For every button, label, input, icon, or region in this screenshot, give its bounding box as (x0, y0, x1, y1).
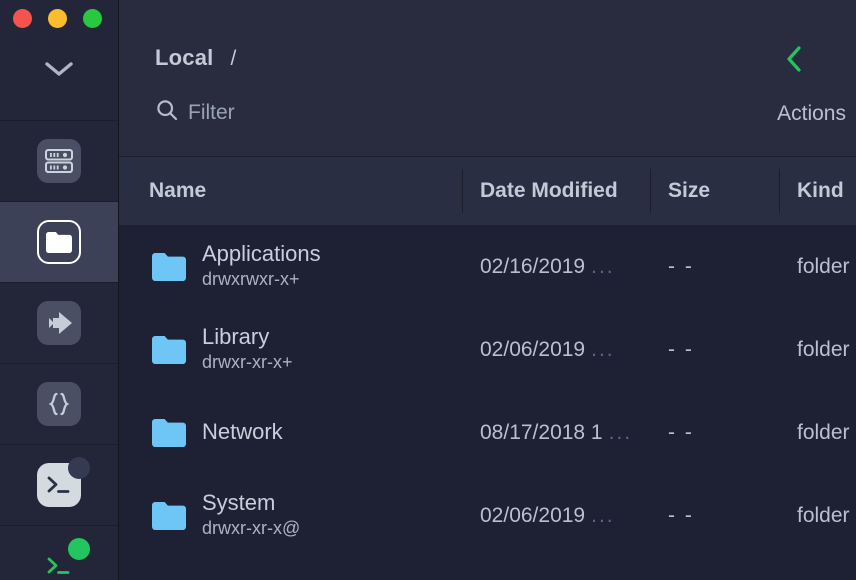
file-permissions: drwxrwxr-x+ (202, 268, 321, 291)
cell-name: Library drwxr-xr-x+ (119, 324, 462, 374)
table-row[interactable]: Network 08/17/2018 1 ... - - folder (119, 391, 856, 474)
breadcrumb-separator[interactable]: / (230, 47, 236, 71)
cell-kind: folder (779, 504, 856, 528)
server-rack-icon (37, 139, 81, 183)
minimize-button[interactable] (48, 9, 67, 28)
size-value: - - (668, 504, 694, 528)
main-panel: Local / Actions Name (119, 0, 856, 580)
size-value: - - (668, 338, 694, 362)
kind-value: folder (797, 421, 850, 445)
window-controls-zone (0, 0, 118, 121)
status-badge (68, 538, 90, 560)
folder-icon (37, 220, 81, 264)
cell-name: Network (119, 419, 462, 447)
table-row[interactable]: Applications drwxrwxr-x+ 02/16/2019 ... … (119, 225, 856, 308)
sidebar-item-editor[interactable] (0, 364, 118, 445)
file-name: System (202, 490, 300, 516)
zoom-button[interactable] (83, 9, 102, 28)
sidebar-item-transfers[interactable] (0, 283, 118, 364)
status-badge (68, 457, 90, 479)
chevron-down-icon[interactable] (0, 60, 118, 78)
folder-icon (152, 253, 186, 281)
file-name: Network (202, 419, 283, 445)
breadcrumb-root[interactable]: Local (155, 45, 213, 71)
cell-date-modified: 02/06/2019 ... (462, 504, 650, 528)
cell-kind: folder (779, 255, 856, 279)
back-button[interactable] (781, 44, 807, 74)
size-value: - - (668, 255, 694, 279)
search-input[interactable] (188, 101, 428, 125)
sidebar-item-files[interactable] (0, 202, 118, 283)
sidebar-item-servers[interactable] (0, 121, 118, 202)
table-row[interactable]: Library drwxr-xr-x+ 02/06/2019 ... - - f… (119, 308, 856, 391)
sidebar (0, 0, 119, 580)
cell-size: - - (650, 504, 779, 528)
cell-date-modified: 02/16/2019 ... (462, 255, 650, 279)
file-permissions: drwxr-xr-x+ (202, 351, 293, 374)
date-truncation: ... (591, 338, 615, 362)
date-value: 02/16/2019 (480, 255, 585, 279)
sidebar-item-terminal-2[interactable] (0, 526, 118, 580)
size-value: - - (668, 421, 694, 445)
cell-date-modified: 02/06/2019 ... (462, 338, 650, 362)
file-manager-window: Local / Actions Name (0, 0, 856, 580)
sidebar-item-terminal-1[interactable] (0, 445, 118, 526)
date-value: 02/06/2019 (480, 338, 585, 362)
file-list: Applications drwxrwxr-x+ 02/16/2019 ... … (119, 225, 856, 580)
cell-kind: folder (779, 338, 856, 362)
kind-value: folder (797, 255, 850, 279)
file-permissions: drwxr-xr-x@ (202, 517, 300, 540)
toolbar: Local / Actions (119, 0, 856, 156)
search-icon (156, 99, 178, 126)
transfer-arrow-icon (37, 301, 81, 345)
file-name: Applications (202, 241, 321, 267)
cell-name: Applications drwxrwxr-x+ (119, 241, 462, 291)
cell-size: - - (650, 255, 779, 279)
column-header-date-modified[interactable]: Date Modified (462, 157, 650, 225)
cell-size: - - (650, 421, 779, 445)
folder-icon (152, 502, 186, 530)
table-column-header: Name Date Modified Size Kind (119, 156, 856, 225)
file-name: Library (202, 324, 293, 350)
kind-value: folder (797, 338, 850, 362)
breadcrumb: Local / (155, 45, 237, 71)
curly-braces-icon (37, 382, 81, 426)
date-truncation: ... (591, 504, 615, 528)
date-truncation: ... (609, 421, 633, 445)
filter-field[interactable] (156, 99, 428, 126)
cell-date-modified: 08/17/2018 1 ... (462, 421, 650, 445)
cell-name: System drwxr-xr-x@ (119, 490, 462, 540)
date-value: 02/06/2019 (480, 504, 585, 528)
column-header-kind[interactable]: Kind (779, 157, 856, 225)
cell-kind: folder (779, 421, 856, 445)
close-button[interactable] (13, 9, 32, 28)
kind-value: folder (797, 504, 850, 528)
terminal-icon (37, 544, 81, 580)
column-header-name[interactable]: Name (119, 157, 462, 225)
date-value: 08/17/2018 1 (480, 421, 603, 445)
cell-size: - - (650, 338, 779, 362)
terminal-icon (37, 463, 81, 507)
folder-icon (152, 336, 186, 364)
traffic-lights (13, 9, 102, 28)
table-row[interactable]: System drwxr-xr-x@ 02/06/2019 ... - - fo… (119, 474, 856, 557)
date-truncation: ... (591, 255, 615, 279)
actions-button[interactable]: Actions (777, 102, 846, 126)
folder-icon (152, 419, 186, 447)
column-header-size[interactable]: Size (650, 157, 779, 225)
